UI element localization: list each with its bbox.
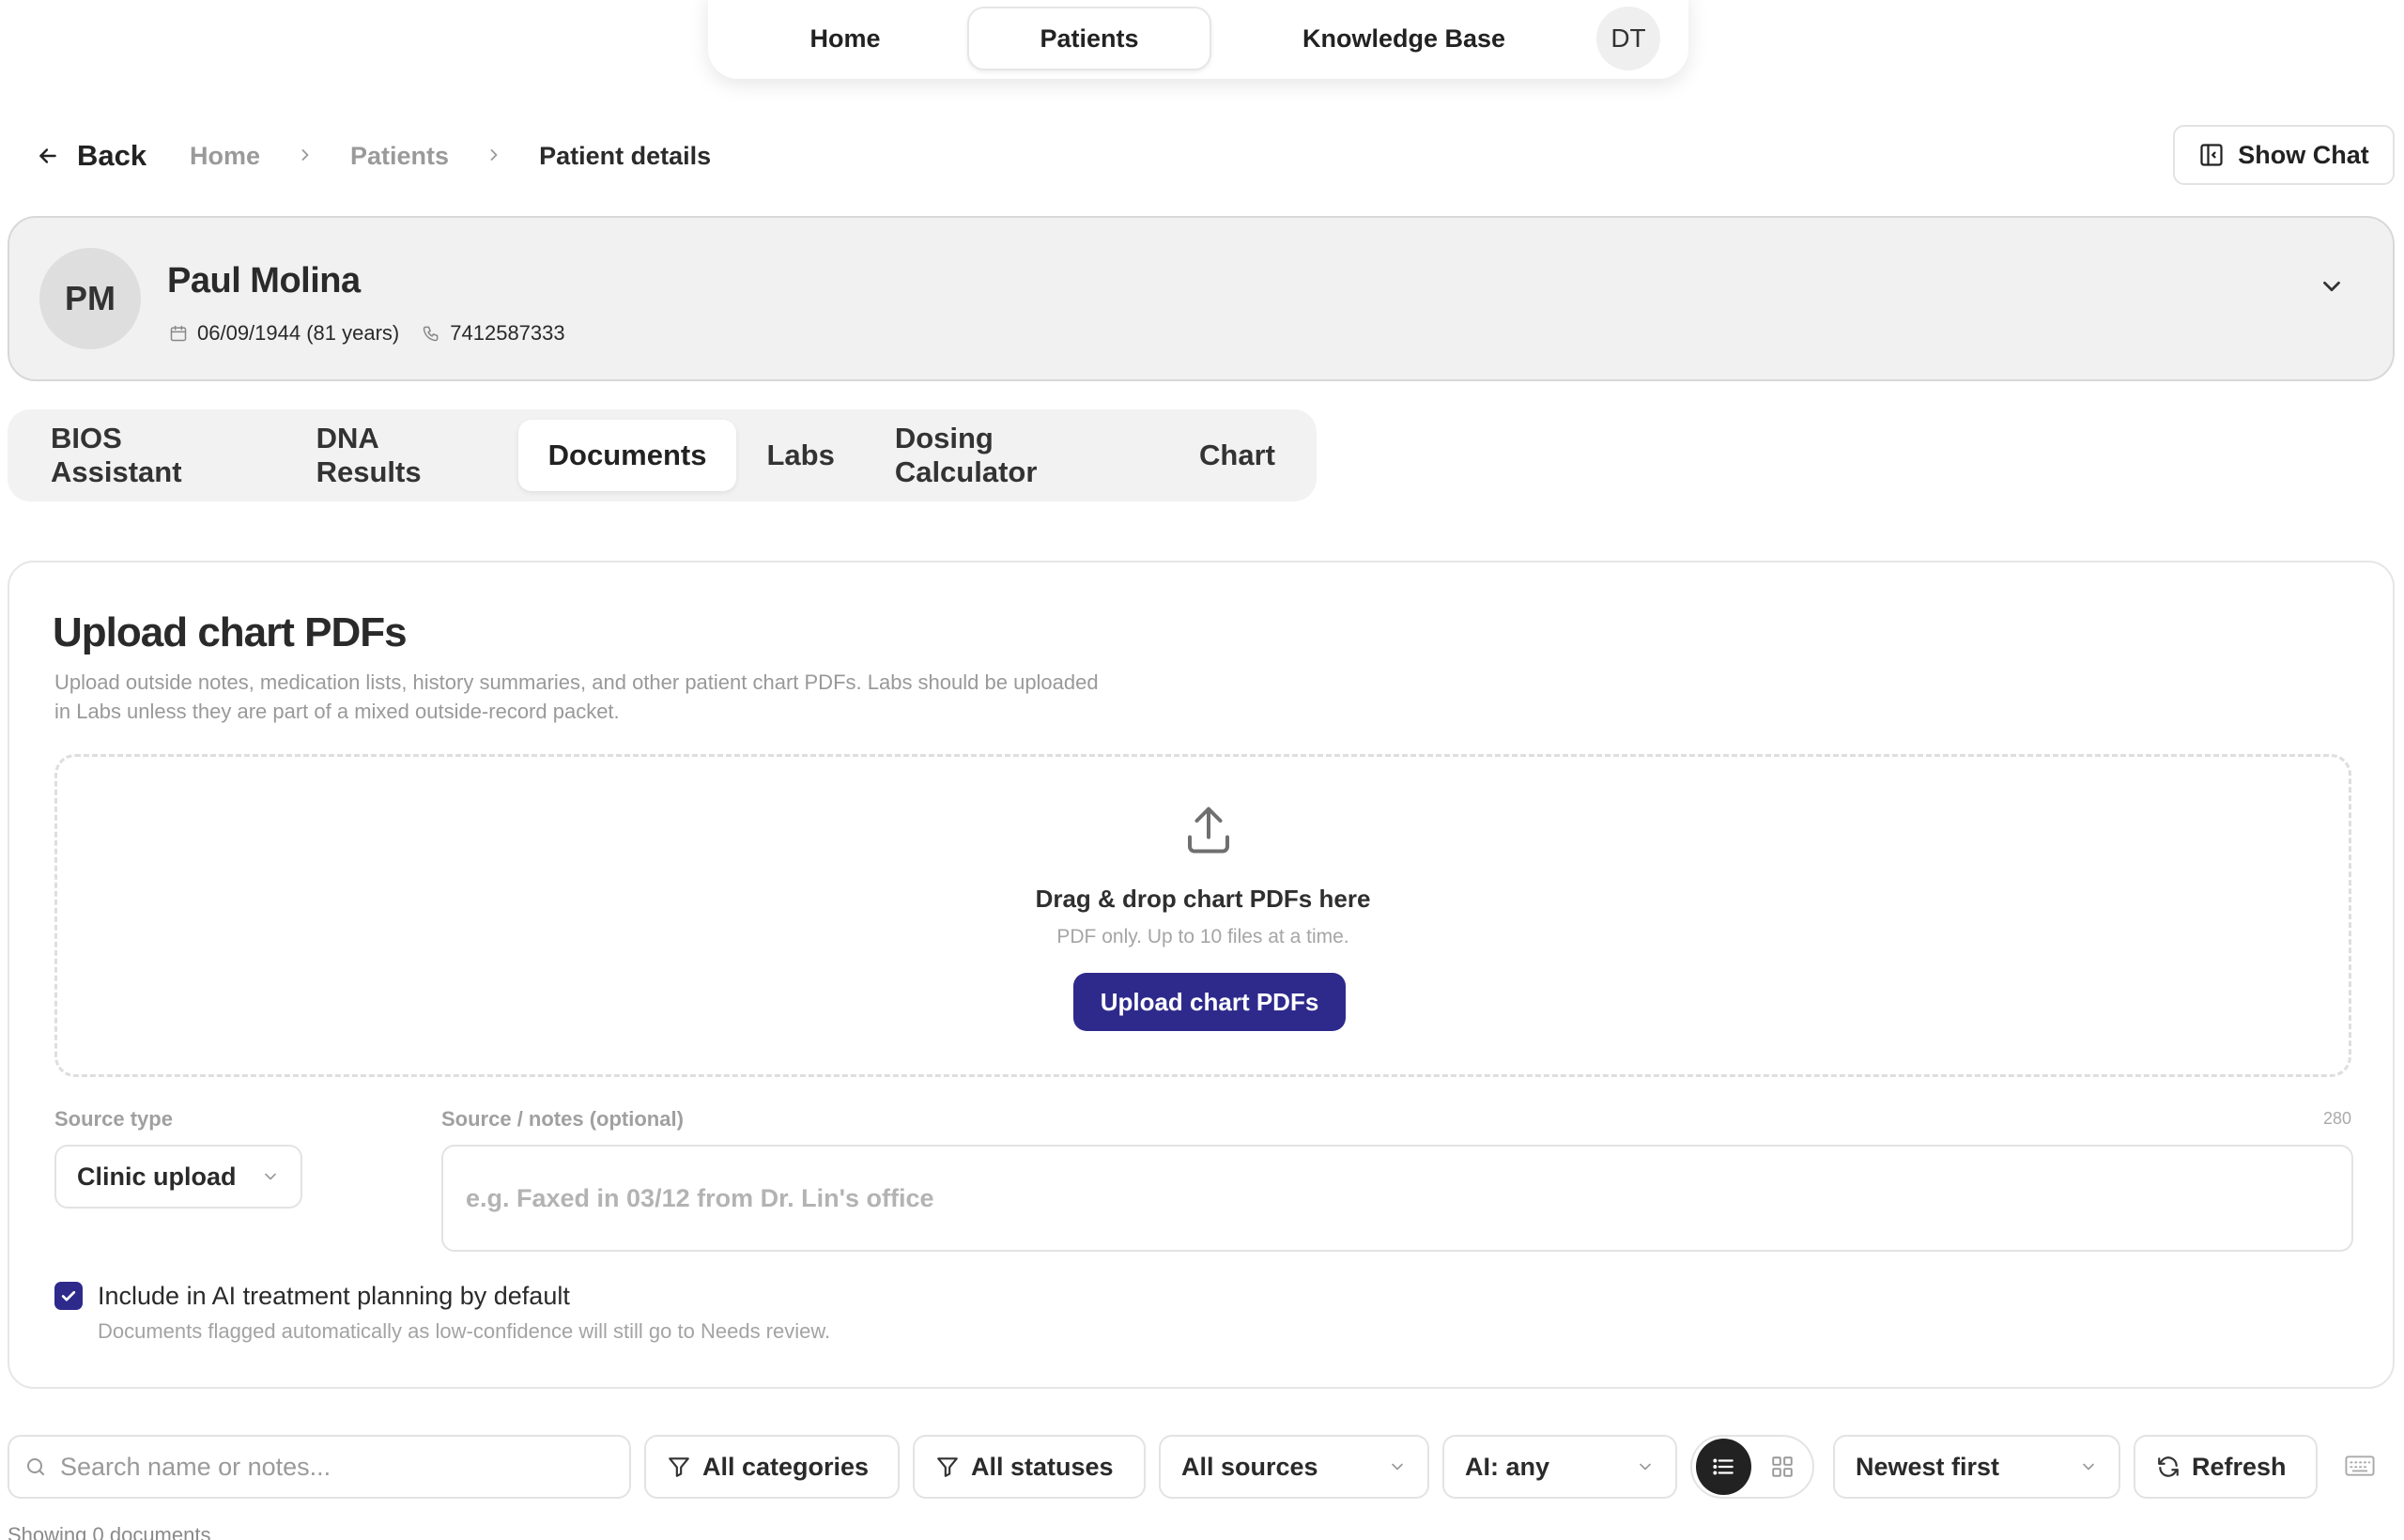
patient-tabs: BIOS Assistant DNA Results Documents Lab… (8, 409, 1317, 501)
nav-home[interactable]: Home (723, 7, 967, 70)
patient-dob: 06/09/1944 (81 years) (197, 321, 400, 345)
dropzone-title: Drag & drop chart PDFs here (1035, 885, 1371, 913)
source-notes-label: Source / notes (optional) (441, 1107, 684, 1131)
list-view-button[interactable] (1696, 1439, 1751, 1495)
tab-dna-results[interactable]: DNA Results (286, 420, 518, 491)
breadcrumb-home[interactable]: Home (190, 142, 260, 171)
include-ai-checkbox[interactable] (54, 1282, 83, 1310)
nav-patients[interactable]: Patients (967, 7, 1211, 70)
chevron-down-icon (1640, 1463, 1651, 1471)
chevron-right-icon (260, 142, 350, 171)
tab-bios-assistant[interactable]: BIOS Assistant (21, 420, 286, 491)
filter-icon (669, 1457, 689, 1477)
filter-statuses-button[interactable]: All statuses (913, 1435, 1146, 1499)
breadcrumb-patients[interactable]: Patients (350, 142, 449, 171)
source-type-value: Clinic upload (77, 1162, 237, 1191)
chevron-down-icon (2083, 1463, 2094, 1471)
sort-select-value: Newest first (1856, 1452, 2000, 1481)
filter-icon (937, 1457, 958, 1477)
view-mode-toggle (1690, 1435, 1814, 1499)
panel-icon (2200, 144, 2223, 166)
upload-description: Upload outside notes, medication lists, … (54, 670, 1099, 723)
top-nav: Home Patients Knowledge Base DT (708, 0, 1688, 79)
include-ai-help: Documents flagged automatically as low-c… (98, 1319, 831, 1343)
dropzone-subtitle: PDF only. Up to 10 files at a time. (1056, 926, 1349, 947)
refresh-icon (2158, 1456, 2179, 1477)
tab-dosing-calculator[interactable]: Dosing Calculator (865, 420, 1169, 491)
document-search (8, 1435, 631, 1499)
results-count: Showing 0 documents (8, 1523, 211, 1540)
source-notes-input[interactable] (441, 1145, 2353, 1252)
tab-chart[interactable]: Chart (1169, 420, 1305, 491)
sort-select[interactable]: Newest first (1833, 1435, 2120, 1499)
nav-knowledge-base[interactable]: Knowledge Base (1211, 7, 1596, 70)
keyboard-icon[interactable] (2344, 1452, 2376, 1480)
sources-select-value: All sources (1181, 1452, 1318, 1481)
back-label: Back (77, 139, 147, 172)
patient-name: Paul Molina (167, 261, 361, 300)
chevron-down-icon (1392, 1463, 1403, 1471)
upload-icon (1188, 807, 1229, 854)
refresh-button[interactable]: Refresh (2134, 1435, 2318, 1499)
filter-categories-label: All categories (702, 1452, 870, 1481)
patient-header-card[interactable]: PM Paul Molina 06/09/1944 (81 years) 741… (8, 216, 2395, 381)
notes-char-limit: 280 (2322, 1109, 2351, 1128)
grid-view-button[interactable] (1757, 1439, 1809, 1495)
chevron-right-icon (449, 142, 539, 171)
upload-title: Upload chart PDFs (53, 609, 408, 655)
list-icon (1713, 1458, 1734, 1475)
chevron-down-icon (265, 1173, 276, 1180)
source-type-label: Source type (54, 1107, 173, 1131)
tab-documents[interactable]: Documents (517, 420, 737, 491)
patient-avatar: PM (39, 248, 141, 349)
arrow-left-icon (39, 148, 56, 163)
search-input[interactable] (60, 1452, 586, 1482)
source-type-select[interactable]: Clinic upload (54, 1145, 302, 1209)
phone-icon (424, 326, 439, 342)
upload-pdfs-button[interactable]: Upload chart PDFs (1073, 973, 1346, 1031)
breadcrumb: Home Patients Patient details (190, 137, 711, 175)
show-chat-button[interactable]: Show Chat (2173, 125, 2395, 185)
search-icon (27, 1458, 44, 1475)
chevron-down-icon[interactable] (2318, 272, 2346, 300)
patient-meta: 06/09/1944 (81 years) 7412587333 (169, 321, 565, 346)
include-ai-label[interactable]: Include in AI treatment planning by defa… (98, 1282, 570, 1311)
back-button[interactable]: Back (36, 137, 146, 175)
filter-categories-button[interactable]: All categories (644, 1435, 900, 1499)
check-icon (61, 1290, 76, 1301)
breadcrumb-current: Patient details (539, 141, 712, 170)
ai-filter-select[interactable]: AI: any (1442, 1435, 1677, 1499)
filter-statuses-label: All statuses (971, 1452, 1114, 1481)
patient-phone: 7412587333 (450, 321, 565, 345)
refresh-label: Refresh (2192, 1452, 2287, 1481)
grid-icon (1772, 1456, 1794, 1477)
tab-labs[interactable]: Labs (736, 420, 864, 491)
ai-filter-value: AI: any (1465, 1452, 1550, 1481)
calendar-icon (170, 325, 187, 342)
show-chat-label: Show Chat (2238, 140, 2369, 169)
sources-select[interactable]: All sources (1159, 1435, 1429, 1499)
pdf-dropzone[interactable]: Drag & drop chart PDFs here PDF only. Up… (54, 754, 2351, 1077)
upload-panel: Upload chart PDFs Upload outside notes, … (8, 561, 2395, 1389)
user-avatar[interactable]: DT (1596, 7, 1660, 70)
